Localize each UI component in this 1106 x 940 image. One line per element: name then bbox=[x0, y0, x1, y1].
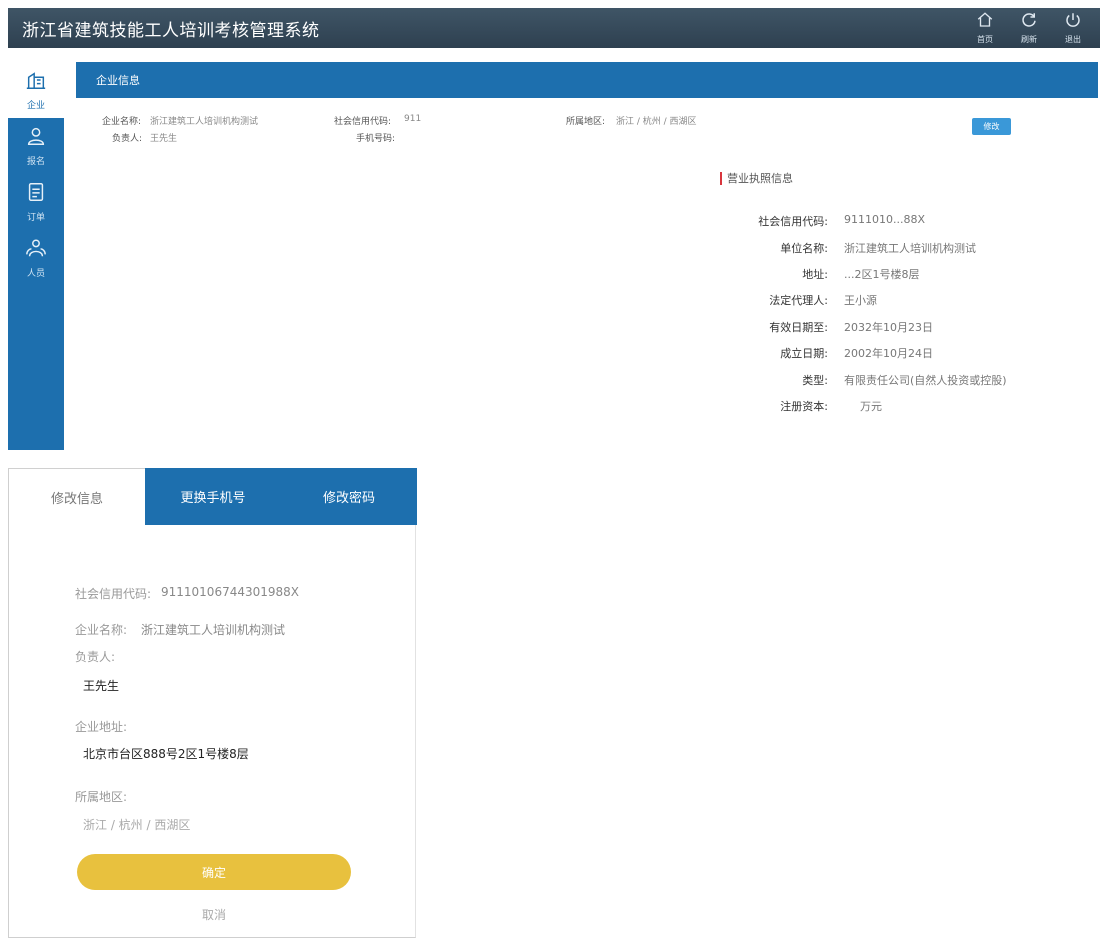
owner-label: 负责人: bbox=[112, 134, 143, 144]
license-value: 浙江建筑工人培训机构测试 bbox=[844, 242, 976, 255]
edit-dialog: 修改信息 更换手机号 修改密码 社会信用代码: 9111010674430198… bbox=[8, 468, 417, 938]
license-row: 社会信用代码: 9111010...88X bbox=[700, 213, 1100, 231]
tab-change-password[interactable]: 修改密码 bbox=[281, 468, 417, 525]
owner-input[interactable] bbox=[83, 673, 383, 697]
license-row: 成立日期: 2002年10月24日 bbox=[700, 345, 1100, 363]
home-icon bbox=[976, 11, 994, 33]
license-section-title: 营业执照信息 bbox=[720, 172, 793, 185]
refresh-icon bbox=[1020, 11, 1038, 33]
building-icon bbox=[25, 69, 47, 95]
license-value: 2002年10月24日 bbox=[844, 347, 933, 360]
license-label: 法定代理人: bbox=[769, 294, 828, 307]
region-select[interactable]: 浙江 / 杭州 / 西湖区 bbox=[83, 816, 383, 838]
company-panel-header: 企业信息 bbox=[76, 62, 1098, 98]
cancel-link[interactable]: 取消 bbox=[77, 906, 351, 923]
sidebar-item-label: 订单 bbox=[26, 213, 45, 223]
sidebar-item-label: 报名 bbox=[26, 157, 45, 167]
license-row: 法定代理人: 王小源 bbox=[700, 292, 1100, 310]
document-icon bbox=[25, 181, 47, 207]
home-button[interactable]: 首页 bbox=[970, 11, 1000, 45]
app-title: 浙江省建筑技能工人培训考核管理系统 bbox=[22, 20, 320, 41]
dialog-owner-label: 负责人: bbox=[75, 650, 116, 664]
license-row: 有效日期至: 2032年10月23日 bbox=[700, 319, 1100, 337]
dialog-name-value: 浙江建筑工人培训机构测试 bbox=[141, 623, 286, 637]
power-icon bbox=[1064, 11, 1082, 33]
license-value: 有限责任公司(自然人投资或控股) bbox=[844, 374, 1007, 387]
logout-button[interactable]: 退出 bbox=[1058, 11, 1088, 45]
license-label: 成立日期: bbox=[780, 347, 828, 360]
phone-label: 手机号码: bbox=[356, 134, 396, 144]
license-value: 万元 bbox=[860, 400, 882, 413]
credit-code-label: 社会信用代码: bbox=[334, 117, 392, 127]
dialog-credit-label: 社会信用代码: bbox=[75, 587, 152, 601]
dialog-region-label: 所属地区: bbox=[75, 790, 128, 804]
people-icon bbox=[25, 237, 47, 263]
sidebar-item-signup[interactable]: 报名 bbox=[8, 118, 64, 174]
region-value: 浙江 / 杭州 / 西湖区 bbox=[616, 117, 697, 127]
refresh-label: 刷新 bbox=[1021, 35, 1037, 44]
top-header: 浙江省建筑技能工人培训考核管理系统 首页 刷新 退出 bbox=[8, 8, 1100, 48]
company-name-label: 企业名称: bbox=[102, 117, 142, 127]
sidebar-item-label: 企业 bbox=[26, 101, 45, 111]
user-icon bbox=[25, 125, 47, 151]
license-label: 社会信用代码: bbox=[758, 215, 828, 228]
credit-code-value: 911 bbox=[404, 114, 422, 124]
license-label: 单位名称: bbox=[780, 242, 828, 255]
dialog-name-label: 企业名称: bbox=[75, 623, 128, 637]
license-label: 类型: bbox=[802, 374, 828, 387]
license-label: 地址: bbox=[802, 268, 828, 281]
owner-value: 王先生 bbox=[150, 134, 178, 144]
sidebar: 企业 报名 订单 人员 bbox=[8, 62, 64, 450]
company-name-value: 浙江建筑工人培训机构测试 bbox=[150, 117, 259, 127]
license-value: ...2区1号楼8层 bbox=[844, 268, 920, 281]
license-value: 9111010...88X bbox=[844, 213, 926, 226]
dialog-tabs: 修改信息 更换手机号 修改密码 bbox=[9, 468, 417, 525]
tab-edit-info[interactable]: 修改信息 bbox=[9, 468, 145, 525]
edit-button[interactable]: 修改 bbox=[972, 118, 1011, 135]
header-actions: 首页 刷新 退出 bbox=[970, 11, 1100, 45]
license-row: 类型: 有限责任公司(自然人投资或控股) bbox=[700, 372, 1100, 390]
logout-label: 退出 bbox=[1065, 35, 1081, 44]
sidebar-item-company[interactable]: 企业 bbox=[8, 62, 64, 118]
confirm-button[interactable]: 确定 bbox=[77, 854, 351, 890]
dialog-credit-value: 91110106744301988X bbox=[161, 585, 300, 599]
tab-change-phone[interactable]: 更换手机号 bbox=[145, 468, 281, 525]
refresh-button[interactable]: 刷新 bbox=[1014, 11, 1044, 45]
license-row: 单位名称: 浙江建筑工人培训机构测试 bbox=[700, 240, 1100, 258]
license-row: 地址: ...2区1号楼8层 bbox=[700, 266, 1100, 284]
license-row: 注册资本: 万元 bbox=[700, 398, 1100, 416]
license-value: 2032年10月23日 bbox=[844, 321, 933, 334]
sidebar-item-label: 人员 bbox=[26, 269, 45, 279]
dialog-address-label: 企业地址: bbox=[75, 720, 128, 734]
sidebar-item-people[interactable]: 人员 bbox=[8, 230, 64, 286]
home-label: 首页 bbox=[977, 35, 993, 44]
address-input[interactable] bbox=[83, 741, 383, 765]
region-label: 所属地区: bbox=[566, 117, 606, 127]
license-label: 有效日期至: bbox=[769, 321, 828, 334]
sidebar-item-orders[interactable]: 订单 bbox=[8, 174, 64, 230]
license-value: 王小源 bbox=[844, 294, 877, 307]
license-label: 注册资本: bbox=[780, 400, 828, 413]
